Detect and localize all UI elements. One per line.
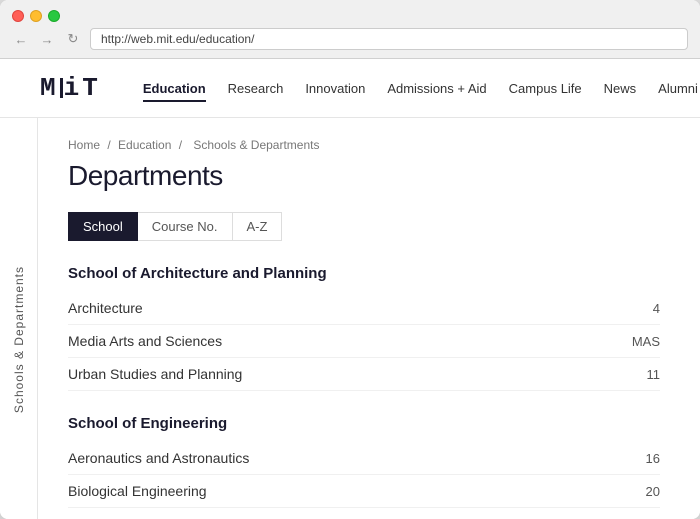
dept-code-aero: 16 [620,451,660,466]
nav-item-alumni[interactable]: Alumni [648,77,700,100]
traffic-light-yellow[interactable] [30,10,42,22]
dept-name-bio[interactable]: Biological Engineering [68,483,207,499]
browser-titlebar [0,0,700,28]
breadcrumb-home[interactable]: Home [68,138,100,152]
table-row: Media Arts and Sciences MAS [68,325,660,358]
breadcrumb-sep-2: / [179,138,186,152]
forward-button[interactable]: → [38,30,56,48]
nav-item-admissions[interactable]: Admissions + Aid [377,77,496,100]
logo-text: MiT [40,73,101,103]
table-row: Aeronautics and Astronautics 16 [68,442,660,475]
traffic-light-green[interactable] [48,10,60,22]
page-title: Departments [68,160,660,192]
nav-item-innovation[interactable]: Innovation [295,77,375,100]
table-row: Urban Studies and Planning 11 [68,358,660,391]
breadcrumb-education[interactable]: Education [118,138,171,152]
table-row: Architecture 4 [68,292,660,325]
school-section-engineering: School of Engineering Aeronautics and As… [68,415,660,508]
address-bar[interactable] [90,28,688,50]
nav-item-campus-life[interactable]: Campus Life [499,77,592,100]
dept-name-urban[interactable]: Urban Studies and Planning [68,366,242,382]
dept-code-bio: 20 [620,484,660,499]
back-button[interactable]: ← [12,30,30,48]
tab-az[interactable]: A-Z [233,212,283,241]
breadcrumb: Home / Education / Schools & Departments [68,138,660,152]
traffic-light-red[interactable] [12,10,24,22]
tabs-row: School Course No. A-Z [68,212,660,241]
school-name-architecture: School of Architecture and Planning [68,265,660,282]
breadcrumb-sep-1: / [107,138,114,152]
tab-school[interactable]: School [68,212,138,241]
site-nav: Education Research Innovation Admissions… [133,77,700,100]
dept-code-urban: 11 [620,367,660,382]
dept-code-mas: MAS [620,334,660,349]
main-content: Home / Education / Schools & Departments… [38,118,700,519]
dept-name-aero[interactable]: Aeronautics and Astronautics [68,450,249,466]
schools-list: School of Architecture and Planning Arch… [68,265,660,508]
browser-nav: ← → ↻ [0,28,700,58]
refresh-button[interactable]: ↻ [64,30,82,48]
sidebar: Schools & Departments [0,118,38,519]
mit-logo: MiT [40,73,101,103]
browser-window: ← → ↻ MiT Education Research Innovation … [0,0,700,519]
dept-name-mas[interactable]: Media Arts and Sciences [68,333,222,349]
sidebar-label: Schools & Departments [12,266,26,413]
dept-name-architecture[interactable]: Architecture [68,300,143,316]
nav-item-news[interactable]: News [594,77,647,100]
page-body: Schools & Departments Home / Education /… [0,118,700,519]
nav-item-education[interactable]: Education [133,77,216,100]
school-section-architecture: School of Architecture and Planning Arch… [68,265,660,391]
site-header: MiT Education Research Innovation Admiss… [0,59,700,118]
tab-course-no[interactable]: Course No. [138,212,233,241]
nav-item-research[interactable]: Research [218,77,294,100]
dept-code-architecture: 4 [620,301,660,316]
page-content: MiT Education Research Innovation Admiss… [0,59,700,519]
school-name-engineering: School of Engineering [68,415,660,432]
browser-chrome: ← → ↻ [0,0,700,59]
breadcrumb-current: Schools & Departments [193,138,319,152]
table-row: Biological Engineering 20 [68,475,660,508]
